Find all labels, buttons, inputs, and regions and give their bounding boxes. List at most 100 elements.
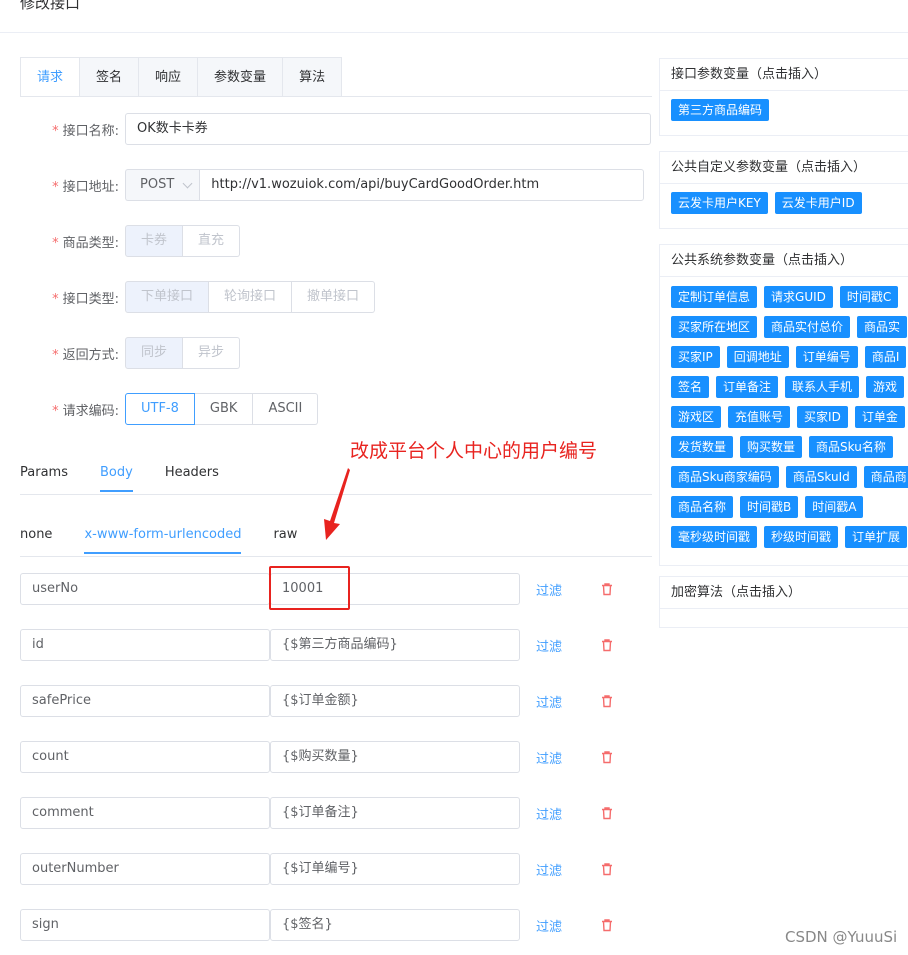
trash-icon[interactable] [600,638,614,652]
tag-user-key[interactable]: 云发卡用户KEY [671,192,768,214]
system-tag-row: 签名 订单备注 联系人手机 游戏 [671,376,908,398]
return-sync[interactable]: 同步 [125,337,184,369]
goods-type-group: 卡券 直充 [125,225,241,257]
param-key-input[interactable]: id [20,629,270,661]
system-var-tag[interactable]: 定制订单信息 [671,286,758,308]
system-var-tag[interactable]: 毫秒级时间戳 [671,526,758,548]
system-var-tag[interactable]: 秒级时间戳 [764,526,839,548]
url-input[interactable]: http://v1.wozuiok.com/api/buyCardGoodOrd… [199,169,645,201]
system-var-tag[interactable]: 购买数量 [740,436,803,458]
system-var-tag[interactable]: 游戏区 [671,406,722,428]
system-var-tag[interactable]: 商品Sku商家编码 [671,466,779,488]
body-type-none[interactable]: none [20,527,52,554]
system-var-tag[interactable]: 订单金 [854,406,905,428]
system-var-tag[interactable]: 订单编号 [795,346,858,368]
system-var-tag[interactable]: 签名 [671,376,710,398]
system-var-tag[interactable]: 商品名称 [671,496,734,518]
system-var-tag[interactable]: 商品SkuId [785,466,857,488]
encoding-ascii[interactable]: ASCII [253,393,319,425]
filter-link[interactable]: 过滤 [536,748,562,767]
system-var-tag[interactable]: 买家IP [671,346,720,368]
annotation-text: 改成平台个人中心的用户编号 [350,440,598,462]
trash-icon[interactable] [600,750,614,764]
system-var-tag[interactable]: 买家ID [797,406,848,428]
trash-icon[interactable] [600,694,614,708]
param-key-input[interactable]: userNo [20,573,270,605]
trash-icon[interactable] [600,862,614,876]
goods-type-label: * 商品类型: [52,235,119,251]
param-key-input[interactable]: outerNumber [20,853,270,885]
tab-algorithm[interactable]: 算法 [283,57,343,97]
tab-param-vars[interactable]: 参数变量 [198,57,284,97]
api-name-label: * 接口名称: [52,123,119,139]
api-type-poll[interactable]: 轮询接口 [209,281,293,313]
param-key-input[interactable]: safePrice [20,685,270,717]
param-value-input[interactable]: {$购买数量} [270,741,520,773]
param-row: safePrice {$订单金额} 过滤 [20,685,614,717]
system-var-tag[interactable]: 时间戳B [740,496,799,518]
tab-headers[interactable]: Headers [165,465,219,492]
tag-user-id[interactable]: 云发卡用户ID [774,192,862,214]
filter-link[interactable]: 过滤 [536,916,562,935]
system-var-tag[interactable]: 请求GUID [764,286,833,308]
param-value-input[interactable]: {$签名} [270,909,520,941]
tab-response[interactable]: 响应 [139,57,199,97]
param-value-input[interactable]: {$订单金额} [270,685,520,717]
encoding-gbk[interactable]: GBK [194,393,254,425]
api-name-input[interactable]: OK数卡卡券 [125,113,651,145]
return-async[interactable]: 异步 [183,337,241,369]
param-key-input[interactable]: comment [20,797,270,829]
body-type-raw[interactable]: raw [273,527,297,554]
api-type-cancel[interactable]: 撤单接口 [292,281,376,313]
filter-link[interactable]: 过滤 [536,636,562,655]
filter-link[interactable]: 过滤 [536,580,562,599]
encoding-utf8[interactable]: UTF-8 [125,393,195,425]
tab-sign[interactable]: 签名 [80,57,140,97]
row-api-type: * 接口类型: 下单接口 轮询接口 撤单接口 [40,281,376,313]
panel-custom-params: 公共自定义参数变量（点击插入） 云发卡用户KEY 云发卡用户ID [659,151,908,229]
panel-system-params: 公共系统参数变量（点击插入） 定制订单信息 请求GUID 时间戳C 买家所在地区 商品实… [659,244,908,566]
filter-link[interactable]: 过滤 [536,692,562,711]
tab-request[interactable]: 请求 [20,57,81,97]
system-var-tag[interactable]: 买家所在地区 [671,316,758,338]
system-var-tag[interactable]: 充值账号 [728,406,791,428]
trash-icon[interactable] [600,918,614,932]
tab-body[interactable]: Body [99,465,133,492]
filter-link[interactable]: 过滤 [536,860,562,879]
row-return-mode: * 返回方式: 同步 异步 [40,337,241,369]
system-var-tag[interactable]: 游戏 [866,376,905,398]
tab-params[interactable]: Params [20,465,68,492]
trash-icon[interactable] [600,582,614,596]
system-var-tag[interactable]: 商品实付总价 [764,316,851,338]
system-var-tag[interactable]: 发货数量 [671,436,734,458]
system-var-tag[interactable]: 订单扩展 [845,526,908,548]
goods-type-direct[interactable]: 直充 [183,225,241,257]
goods-type-card[interactable]: 卡券 [125,225,184,257]
param-value-input[interactable]: {$订单编号} [270,853,520,885]
param-key-input[interactable]: sign [20,909,270,941]
api-type-order[interactable]: 下单接口 [125,281,210,313]
param-value-input[interactable]: {$第三方商品编码} [270,629,520,661]
watermark: CSDN @YuuuSi [785,928,898,946]
param-value-input[interactable]: {$订单备注} [270,797,520,829]
system-tag-row: 商品Sku商家编码 商品SkuId 商品商 [671,466,908,488]
system-var-tag[interactable]: 商品Sku名称 [809,436,893,458]
system-var-tag[interactable]: 商品实 [857,316,908,338]
system-var-tag[interactable]: 联系人手机 [785,376,860,398]
body-type-urlencoded[interactable]: x-www-form-urlencoded [84,527,242,554]
system-var-tag[interactable]: 回调地址 [726,346,789,368]
system-var-tag[interactable]: 时间戳C [839,286,899,308]
tag-third-party-code[interactable]: 第三方商品编码 [671,99,770,121]
filter-link[interactable]: 过滤 [536,804,562,823]
system-var-tag[interactable]: 商品I [864,346,907,368]
row-goods-type: * 商品类型: 卡券 直充 [40,225,241,257]
row-encoding: * 请求编码: UTF-8 GBK ASCII [40,393,319,425]
annotation-highlight-box [269,566,350,610]
param-key-input[interactable]: count [20,741,270,773]
method-select[interactable]: POST [125,169,200,201]
system-var-tag[interactable]: 订单备注 [716,376,779,398]
system-var-tag[interactable]: 时间戳A [805,496,864,518]
panel-custom-params-title: 公共自定义参数变量（点击插入） [660,152,908,184]
trash-icon[interactable] [600,806,614,820]
system-var-tag[interactable]: 商品商 [863,466,908,488]
